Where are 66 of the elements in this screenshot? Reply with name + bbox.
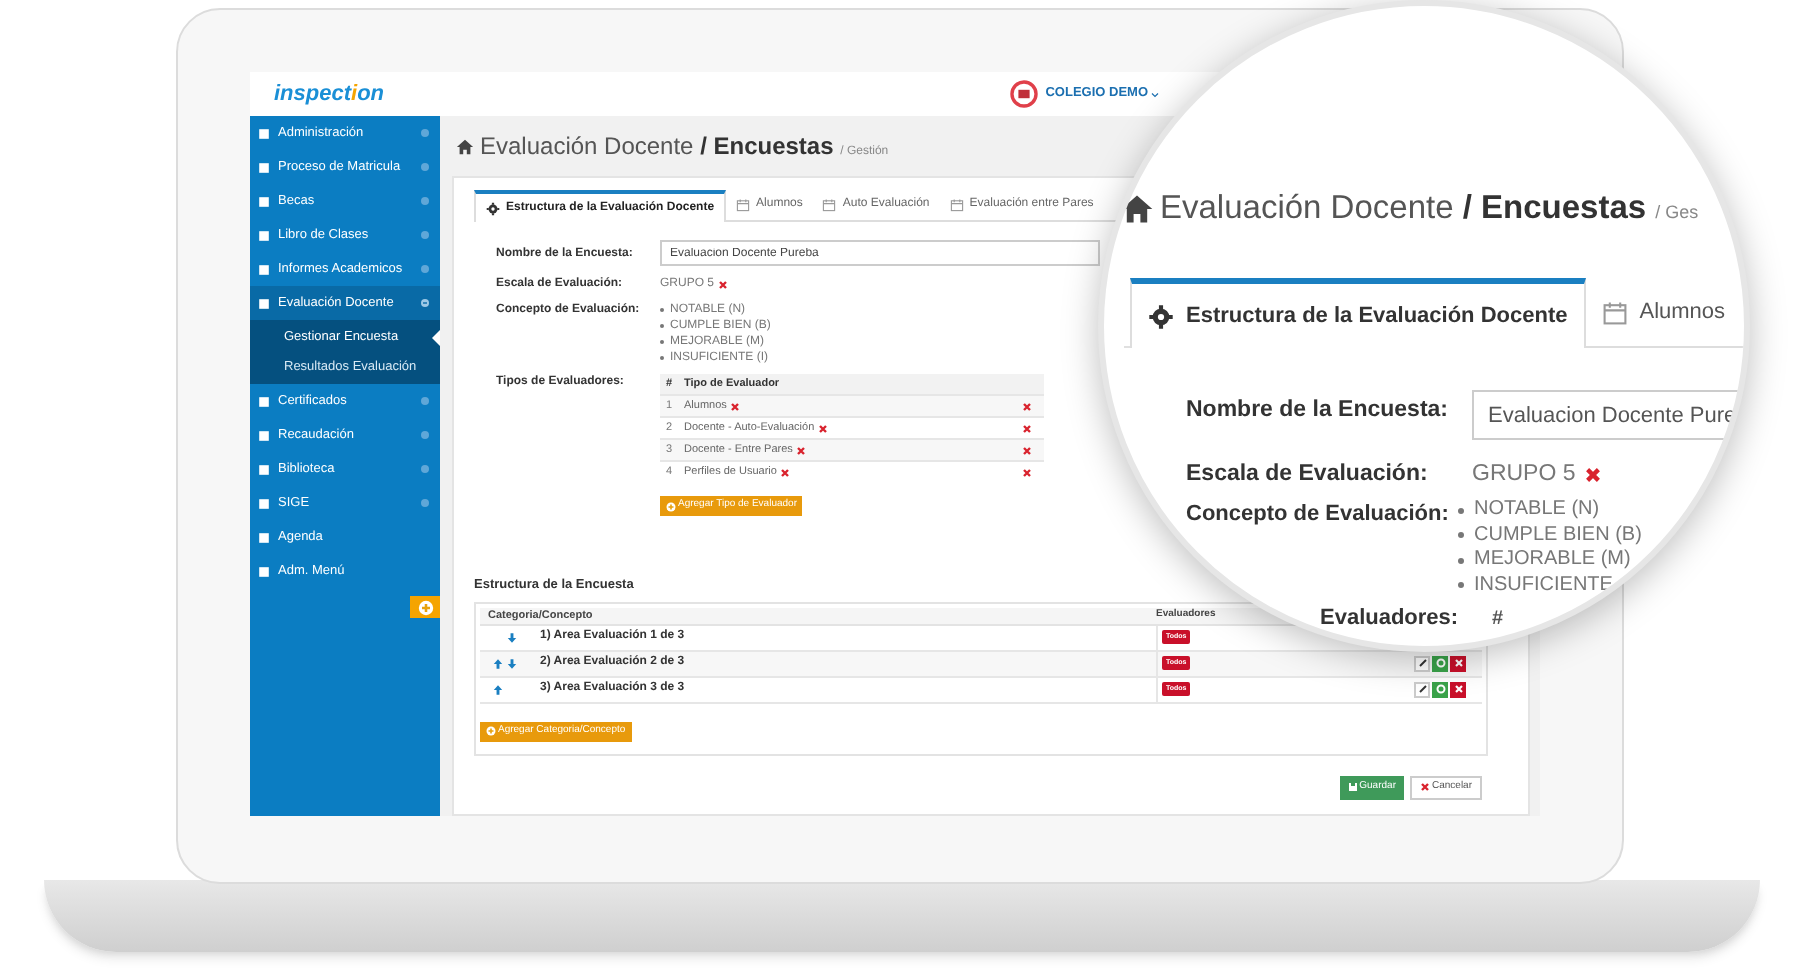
menu-item-icon — [258, 229, 270, 241]
pencil-icon — [1417, 658, 1427, 669]
field-label: Nombre de la Encuesta: — [1186, 396, 1449, 426]
close-icon — [1419, 782, 1430, 793]
close-icon — [1453, 658, 1463, 669]
plus-icon — [666, 501, 676, 511]
logo: inspection — [272, 79, 387, 110]
delete-button[interactable] — [1450, 655, 1466, 672]
concept-item: MEJORABLE (M) — [1474, 548, 1631, 573]
menu-item-icon — [258, 565, 270, 577]
calendar-icon — [822, 198, 837, 212]
tab[interactable]: Estructura de la Evaluación Docente — [1130, 278, 1586, 348]
menu-item-icon — [258, 463, 270, 475]
floppy-disk-icon — [1347, 782, 1358, 793]
delete-icon — [1022, 401, 1032, 411]
delete-icon — [1022, 423, 1032, 433]
arrow-up-icon[interactable] — [492, 657, 504, 670]
arrow-down-icon[interactable] — [506, 631, 518, 644]
edit-button[interactable] — [1414, 655, 1430, 672]
delete-button[interactable] — [1450, 681, 1466, 698]
calendar-icon — [949, 198, 964, 212]
menu-item-icon — [258, 195, 270, 207]
menu-item-icon — [258, 263, 270, 275]
remove-icon — [796, 445, 807, 455]
menu-item-icon — [258, 297, 270, 309]
caret-icon — [1150, 89, 1160, 99]
concept-item: NOTABLE (N) — [1474, 498, 1600, 523]
remove-icon — [718, 280, 729, 290]
menu-item-icon — [258, 497, 270, 509]
plus-icon — [417, 599, 433, 615]
edit-button[interactable] — [1414, 681, 1430, 698]
menu-item-icon — [258, 127, 270, 139]
column-header: # — [1492, 606, 1504, 634]
remove-icon — [730, 401, 741, 411]
tab[interactable]: Alumnos — [1585, 278, 1742, 348]
bullet-icon — [1458, 557, 1464, 564]
concept-item: CUMPLE BIEN (B) — [1474, 523, 1642, 548]
home-icon — [456, 137, 474, 155]
concept-item: INSUFICIENTE — [1474, 573, 1613, 598]
calendar-icon — [736, 198, 751, 212]
collapse-icon — [420, 298, 430, 308]
remove-icon — [1583, 466, 1602, 485]
field-label: Escala de Evaluación: — [1186, 460, 1428, 490]
arrow-down-icon[interactable] — [506, 657, 518, 670]
sidebar-toggle-button[interactable] — [410, 596, 440, 618]
plus-icon — [486, 726, 496, 737]
bullet-icon — [1458, 532, 1464, 539]
menu-item-icon — [258, 531, 270, 543]
field-label: Evaluadores: — [1320, 604, 1459, 634]
scale-value: GRUPO 5 — [1472, 460, 1576, 490]
delete-icon — [1022, 467, 1032, 477]
menu-item-icon — [258, 429, 270, 441]
field-label: Concepto de Evaluación: — [1186, 500, 1449, 530]
remove-icon — [780, 467, 791, 477]
pencil-icon — [1417, 684, 1427, 695]
menu-item-icon — [258, 395, 270, 407]
bullet-icon — [1458, 507, 1464, 514]
menu-item-icon — [258, 161, 270, 173]
delete-icon — [1022, 445, 1032, 455]
arrow-up-icon[interactable] — [492, 683, 504, 696]
remove-icon — [818, 423, 829, 433]
school-logo-icon — [1009, 80, 1038, 108]
close-icon — [1453, 684, 1463, 695]
bullet-icon — [1458, 582, 1464, 589]
breadcrumb: Evaluación Docente / Encuestas / Ges — [1160, 188, 1699, 230]
calendar-icon — [1601, 299, 1628, 325]
